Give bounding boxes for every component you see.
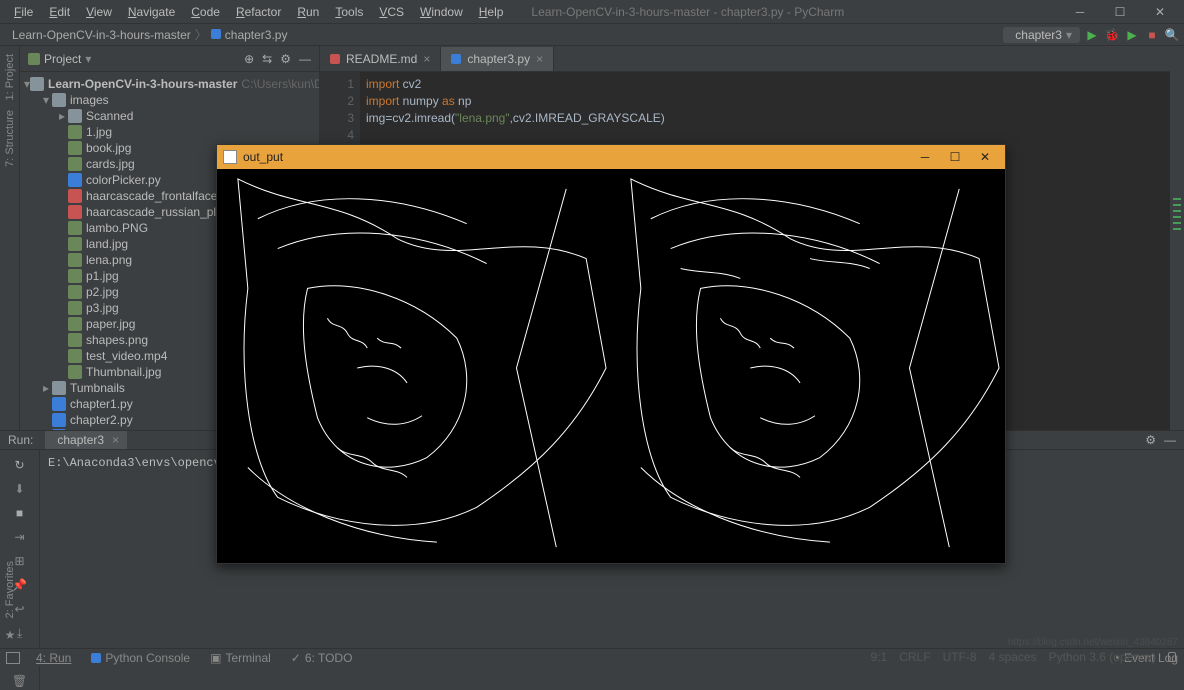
tree-root[interactable]: ▾ Learn-OpenCV-in-3-hours-master C:\User… — [20, 76, 319, 92]
img-icon — [68, 349, 82, 363]
tree-node[interactable]: ▸Scanned — [20, 108, 319, 124]
img-icon — [68, 125, 82, 139]
output-window-title: out_put — [243, 150, 283, 164]
img-icon — [68, 301, 82, 315]
python-file-icon — [211, 29, 221, 39]
md-icon — [330, 54, 340, 64]
file-encoding[interactable]: UTF-8 — [943, 650, 977, 664]
editor-tab[interactable]: chapter3.py× — [441, 47, 554, 71]
settings-icon[interactable]: ⚙ — [280, 52, 291, 66]
sidetab-favorites[interactable]: 2: Favorites — [4, 561, 16, 618]
locate-icon[interactable]: ⊕ — [244, 52, 254, 66]
caret-position[interactable]: 9:1 — [871, 650, 888, 664]
project-panel-title: Project — [44, 52, 81, 66]
img-icon — [68, 237, 82, 251]
menu-code[interactable]: Code — [183, 5, 228, 19]
img-icon — [68, 221, 82, 235]
menu-window[interactable]: Window — [412, 5, 471, 19]
star-icon: ★ — [5, 628, 16, 642]
py-icon — [68, 173, 82, 187]
readonly-lock-icon[interactable] — [1168, 652, 1176, 662]
img-icon — [68, 285, 82, 299]
hide-icon[interactable]: — — [299, 52, 311, 66]
breadcrumb-root[interactable]: Learn-OpenCV-in-3-hours-master — [8, 28, 195, 42]
menu-refactor[interactable]: Refactor — [228, 5, 289, 19]
run-label: Run: — [8, 433, 33, 447]
project-icon — [28, 53, 40, 65]
menu-tools[interactable]: Tools — [327, 5, 371, 19]
run-trash-button[interactable]: 🗑 — [11, 672, 29, 690]
img-icon — [68, 141, 82, 155]
folder-icon — [68, 109, 82, 123]
tree-node[interactable]: ▾images — [20, 92, 319, 108]
img-icon — [68, 365, 82, 379]
window-title: Learn-OpenCV-in-3-hours-master - chapter… — [531, 5, 844, 19]
img-icon — [68, 269, 82, 283]
run-tab-active[interactable]: chapter3 × — [45, 431, 127, 449]
status-tab-terminal[interactable]: ▣Terminal — [200, 651, 281, 665]
menu-vcs[interactable]: VCS — [371, 5, 412, 19]
menu-run[interactable]: Run — [289, 5, 327, 19]
xml-icon — [68, 205, 82, 219]
menu-edit[interactable]: Edit — [41, 5, 78, 19]
maximize-button[interactable]: ☐ — [1100, 0, 1140, 24]
rerun-button[interactable]: ↻ — [11, 456, 29, 474]
editor-tabs: README.md×chapter3.py× — [320, 46, 1184, 72]
close-button[interactable]: ✕ — [1140, 0, 1180, 24]
sidetab-project[interactable]: 1: Project — [4, 54, 16, 100]
debug-button[interactable]: 🐞 — [1104, 27, 1120, 43]
folder-icon — [52, 93, 66, 107]
interpreter[interactable]: Python 3.6 (opencv) — [1049, 650, 1156, 664]
menu-file[interactable]: File — [6, 5, 41, 19]
out-minimize-button[interactable]: ─ — [911, 147, 939, 167]
collapse-icon[interactable]: ⇆ — [262, 52, 272, 66]
out-close-button[interactable]: ✕ — [971, 147, 999, 167]
menu-help[interactable]: Help — [471, 5, 512, 19]
line-separator[interactable]: CRLF — [899, 650, 930, 664]
close-tab-icon[interactable]: × — [423, 52, 430, 66]
menu-bar: FileEditViewNavigateCodeRefactorRunTools… — [0, 0, 1184, 24]
img-icon — [68, 253, 82, 267]
window-icon — [223, 150, 237, 164]
minimize-button[interactable]: ─ — [1060, 0, 1100, 24]
folder-icon — [52, 381, 66, 395]
xml-icon — [68, 189, 82, 203]
close-tab-icon[interactable]: × — [536, 52, 543, 66]
py-icon — [52, 397, 66, 411]
run-stop-button[interactable]: ■ — [11, 504, 29, 522]
search-everywhere-button[interactable]: 🔍 — [1164, 27, 1180, 43]
status-tab-todo[interactable]: ✓6: TODO — [281, 651, 363, 665]
run-config-selector[interactable]: chapter3 ▾ — [1003, 27, 1080, 43]
sidetab-structure[interactable]: 7: Structure — [4, 110, 16, 167]
run-exit-button[interactable]: ⇥ — [11, 528, 29, 546]
editor-tab[interactable]: README.md× — [320, 47, 441, 71]
left-tool-stripe: 1: Project 7: Structure — [0, 46, 20, 430]
run-settings-icon[interactable]: ⚙ — [1145, 433, 1156, 447]
status-tab-pyconsole[interactable]: Python Console — [81, 651, 200, 665]
img-icon — [68, 157, 82, 171]
img-icon — [68, 333, 82, 347]
py-icon — [52, 413, 66, 427]
py-icon — [451, 54, 461, 64]
menu-view[interactable]: View — [78, 5, 120, 19]
opencv-output-window: out_put ─ ☐ ✕ — [216, 144, 1006, 564]
stop-button[interactable]: ■ — [1144, 27, 1160, 43]
out-maximize-button[interactable]: ☐ — [941, 147, 969, 167]
run-with-coverage-button[interactable]: ▶ — [1124, 27, 1140, 43]
indent-setting[interactable]: 4 spaces — [989, 650, 1037, 664]
py-icon — [52, 429, 66, 430]
run-hide-icon[interactable]: — — [1164, 433, 1176, 447]
breadcrumb-file[interactable]: chapter3.py — [207, 28, 292, 42]
img-icon — [68, 317, 82, 331]
tool-window-icon[interactable] — [6, 652, 20, 664]
editor-error-stripe — [1170, 46, 1184, 430]
status-tab-run[interactable]: 4: Run — [26, 651, 81, 665]
menu-navigate[interactable]: Navigate — [120, 5, 183, 19]
watermark: https://blog.csdn.net/weixin_43840287 — [1008, 637, 1178, 648]
run-button[interactable]: ▶ — [1084, 27, 1100, 43]
folder-icon — [30, 77, 44, 91]
run-down-button[interactable]: ⬇ — [11, 480, 29, 498]
edge-detection-image — [217, 169, 1005, 563]
tree-node[interactable]: 1.jpg — [20, 124, 319, 140]
